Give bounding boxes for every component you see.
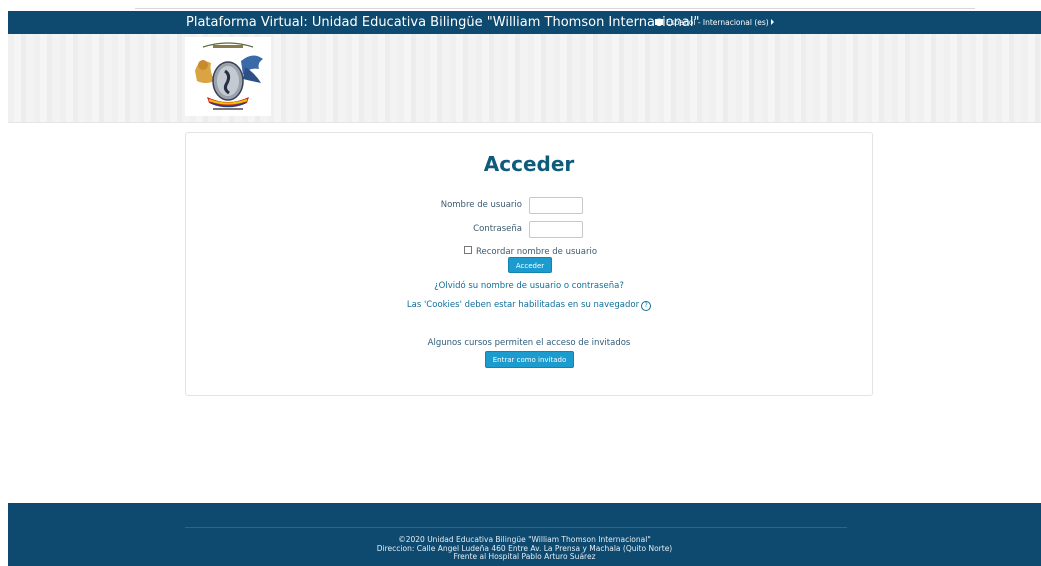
header-banner bbox=[8, 34, 1041, 123]
help-icon[interactable]: ? bbox=[641, 301, 652, 311]
login-panel: Acceder Nombre de usuario Contraseña Rec… bbox=[185, 132, 873, 396]
footer-landmark: Frente al Hospital Pablo Arturo Suárez bbox=[453, 552, 596, 561]
login-button[interactable]: Acceder bbox=[508, 257, 552, 273]
username-label: Nombre de usuario bbox=[440, 200, 522, 210]
guest-login-button[interactable]: Entrar como invitado bbox=[485, 351, 574, 368]
remember-label: Recordar nombre de usuario bbox=[476, 247, 598, 257]
navbar: Plataforma Virtual: Unidad Educativa Bil… bbox=[8, 11, 1041, 34]
site-title[interactable]: Plataforma Virtual: Unidad Educativa Bil… bbox=[186, 14, 699, 31]
caret-right-icon bbox=[770, 19, 774, 25]
guest-access-note: Algunos cursos permiten el acceso de inv… bbox=[427, 338, 631, 348]
language-menu[interactable]: Español - Internacional (es) bbox=[655, 17, 774, 28]
username-input[interactable] bbox=[529, 197, 583, 214]
password-label: Contraseña bbox=[473, 224, 522, 234]
remember-checkbox[interactable] bbox=[464, 246, 472, 254]
footer: ©2020 Unidad Educativa Bilingüe "William… bbox=[8, 503, 1041, 566]
footer-divider bbox=[185, 527, 847, 528]
cookies-text: Las 'Cookies' deben estar habilitadas en… bbox=[406, 300, 640, 310]
footer-info: ©2020 Unidad Educativa Bilingüe "William… bbox=[8, 535, 1041, 562]
school-crest-logo bbox=[185, 37, 271, 116]
login-title: Acceder bbox=[483, 152, 575, 176]
top-divider bbox=[135, 8, 975, 9]
password-input[interactable] bbox=[529, 221, 583, 238]
language-label: Español - Internacional (es) bbox=[666, 18, 769, 27]
flag-icon bbox=[655, 19, 663, 25]
cookies-notice: Las 'Cookies' deben estar habilitadas en… bbox=[186, 300, 872, 311]
remember-username[interactable]: Recordar nombre de usuario bbox=[464, 246, 597, 257]
forgot-password-link[interactable]: ¿Olvidó su nombre de usuario o contraseñ… bbox=[186, 281, 872, 291]
